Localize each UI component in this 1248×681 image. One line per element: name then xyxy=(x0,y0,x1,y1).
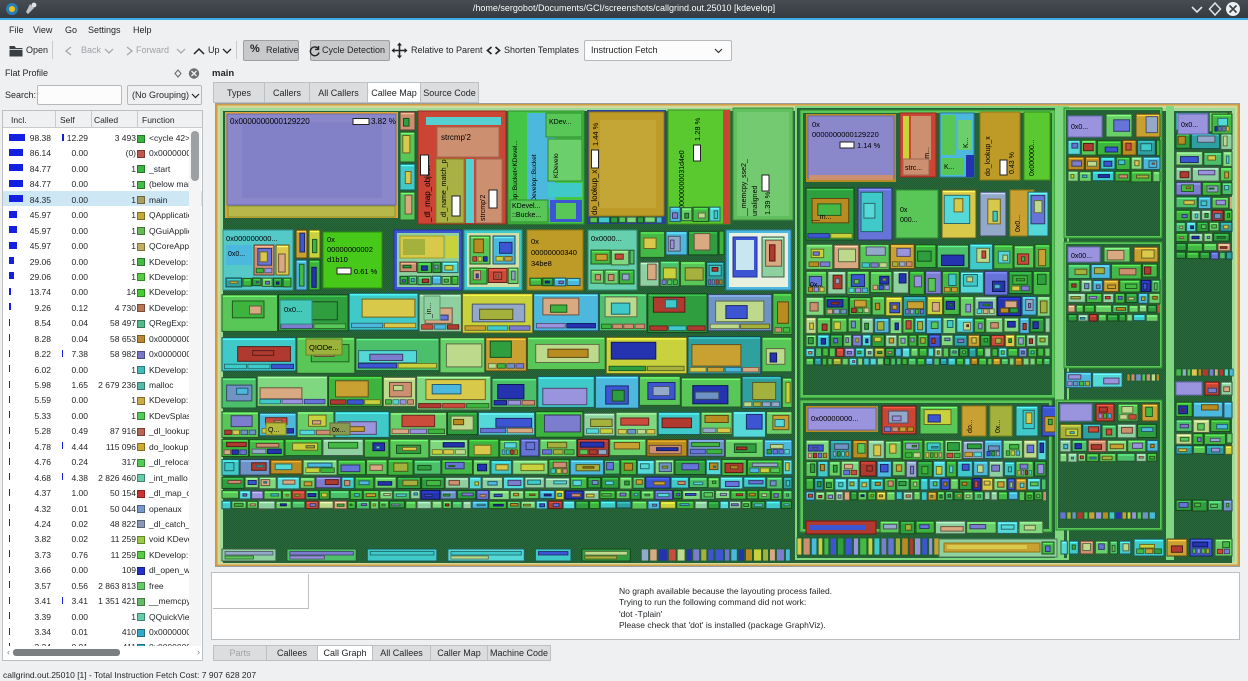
svg-text:0x00000000...: 0x00000000... xyxy=(811,414,859,423)
svg-text:000...: 000... xyxy=(900,217,918,224)
svg-text:0x0...: 0x0... xyxy=(1071,124,1088,131)
svg-text:3.82 %: 3.82 % xyxy=(371,117,396,126)
svg-text:_dl_name_match_p: _dl_name_match_p xyxy=(441,159,448,222)
svg-text:0x: 0x xyxy=(812,120,820,129)
svg-text:1.39 %: 1.39 % xyxy=(763,191,772,215)
svg-text:__memcpy_sse2_: __memcpy_sse2_ xyxy=(741,159,748,217)
svg-text:0x: 0x xyxy=(900,207,908,214)
svg-text:1.44 %: 1.44 % xyxy=(591,122,600,146)
svg-text:0x: 0x xyxy=(327,235,335,244)
svg-text:KDevel...: KDevel... xyxy=(512,203,540,210)
svg-text:K...: K... xyxy=(963,137,970,148)
svg-text:strcmp'2: strcmp'2 xyxy=(441,133,472,142)
svg-text:QIODe...: QIODe... xyxy=(309,343,339,352)
svg-text:0x0...: 0x0... xyxy=(1015,215,1022,232)
svg-text:0x: 0x xyxy=(531,237,539,246)
svg-text:0.61 %: 0.61 % xyxy=(354,267,378,276)
svg-text:K...: K... xyxy=(944,164,955,171)
svg-text:00000000340: 00000000340 xyxy=(531,248,577,257)
svg-text:__m...: __m... xyxy=(811,214,832,221)
svg-text:0x...: 0x... xyxy=(810,282,823,289)
svg-text:0x0...: 0x0... xyxy=(1181,122,1198,129)
svg-text:Q...: Q... xyxy=(268,427,279,434)
svg-text:0x00...: 0x00... xyxy=(1071,253,1092,260)
svg-text:do_lookup_x: do_lookup_x xyxy=(985,136,992,176)
svg-text:0x0000...: 0x0000... xyxy=(591,234,622,243)
svg-text:0x...: 0x... xyxy=(995,420,1002,433)
svg-text:0x0...: 0x0... xyxy=(228,251,245,258)
svg-text:KDev...: KDev... xyxy=(549,119,571,126)
svg-text:0.43 %: 0.43 % xyxy=(1009,152,1016,174)
svg-text:0x...: 0x... xyxy=(332,427,345,434)
svg-text:KDevelop::Bucket: KDevelop::Bucket xyxy=(531,154,538,206)
svg-text:unaligned: unaligned xyxy=(752,186,759,216)
svg-text:0000000000129220: 0000000000129220 xyxy=(812,130,879,139)
svg-text:1.28 %: 1.28 % xyxy=(693,117,702,141)
svg-text:34be8: 34be8 xyxy=(531,259,552,268)
svg-text:_in...: _in... xyxy=(426,303,433,319)
svg-text:do...: do... xyxy=(967,419,974,433)
svg-text:::Bucke...: ::Bucke... xyxy=(512,212,541,219)
svg-text:KDevelo: KDevelo xyxy=(553,153,560,178)
svg-text:00000000002: 00000000002 xyxy=(327,245,373,254)
svg-text:1.14 %: 1.14 % xyxy=(857,141,881,150)
svg-text:strcmp'2: strcmp'2 xyxy=(480,195,487,221)
svg-text:0x000000...: 0x000000... xyxy=(1029,139,1036,176)
svg-text:strc...: strc... xyxy=(905,165,922,172)
svg-text:do_lookup_x: do_lookup_x xyxy=(590,170,599,215)
svg-text:0x0000000000129220: 0x0000000000129220 xyxy=(230,117,310,126)
svg-text:d1b10: d1b10 xyxy=(327,255,348,264)
svg-text:0x000000000...: 0x000000000... xyxy=(226,234,278,243)
svg-text:0x0...: 0x0... xyxy=(284,305,302,314)
